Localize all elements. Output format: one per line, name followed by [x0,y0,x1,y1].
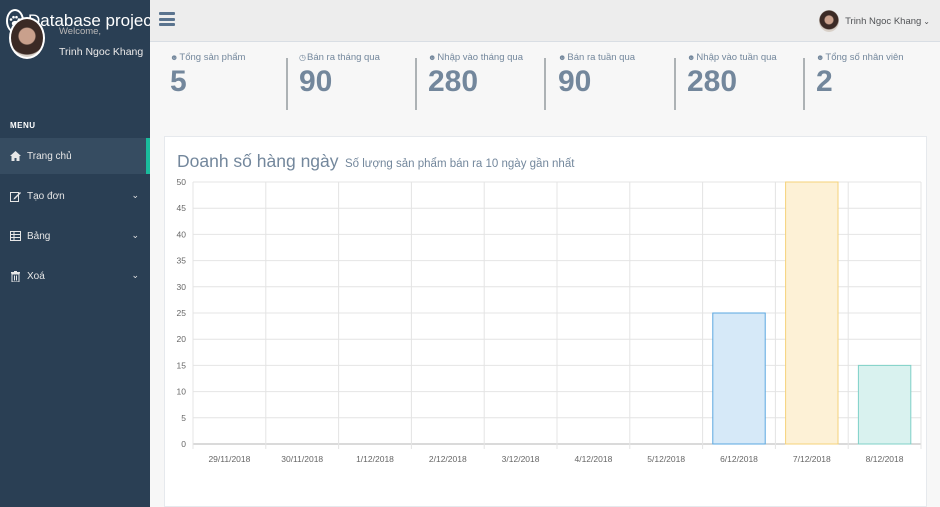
sidebar-item-label: Bảng [27,230,51,242]
x-tick-label: 1/12/2018 [356,454,394,464]
y-tick-label: 35 [177,256,187,266]
sidebar-item-label: Xoá [27,270,45,282]
sidebar-item-delete[interactable]: Xoá ⌄ [0,258,150,294]
stat-total-products: ☻Tổng sản phẩm 5 [170,52,245,110]
user-icon: ☻ [687,53,696,62]
y-tick-label: 20 [177,334,187,344]
stat-value: 280 [428,65,479,98]
hamburger-icon[interactable] [159,12,175,26]
y-tick-label: 40 [177,229,187,239]
x-tick-label: 7/12/2018 [793,454,831,464]
profile-name: Trinh Ngoc Khang [59,46,144,58]
y-tick-label: 10 [177,387,187,397]
x-tick-label: 4/12/2018 [574,454,612,464]
divider [674,58,676,110]
x-tick-label: 5/12/2018 [647,454,685,464]
sidebar-nav: Trang chủ Tạo đơn ⌄ Bảng ⌄ Xoá ⌄ [0,138,150,298]
avatar [9,17,45,59]
y-tick-label: 25 [177,308,187,318]
stat-value: 280 [687,65,738,98]
chevron-down-icon: ⌄ [923,16,930,26]
chevron-down-icon: ⌄ [131,230,139,240]
sidebar: Database project! Welcome, Trinh Ngoc Kh… [0,0,161,507]
divider [286,58,288,110]
y-tick-label: 15 [177,360,187,370]
chart-bar [785,181,839,445]
x-tick-label: 30/11/2018 [281,454,323,464]
sidebar-item-tables[interactable]: Bảng ⌄ [0,218,150,254]
chart-bar [712,312,766,445]
stat-total-employees: ☻Tổng số nhân viên 2 [816,52,904,110]
x-tick-label: 8/12/2018 [866,454,904,464]
stat-sold-last-week: ☻Bán ra tuần qua 90 [558,52,635,110]
chart-bar [857,364,912,445]
clock-icon: ◷ [299,53,306,62]
stat-value: 5 [170,65,187,98]
x-tick-label: 6/12/2018 [720,454,758,464]
sidebar-item-label: Tạo đơn [27,190,65,202]
stat-sold-last-month: ◷Bán ra tháng qua 90 [299,52,380,110]
stat-label: Nhập vào tháng qua [437,52,523,63]
user-icon: ☻ [816,53,825,62]
stat-label: Tổng sản phẩm [179,52,246,63]
y-tick-label: 0 [181,439,186,449]
divider [803,58,805,110]
stat-value: 90 [299,65,333,98]
user-menu[interactable]: Trinh Ngoc Khang ⌄ [819,10,930,32]
chevron-down-icon: ⌄ [131,190,139,200]
chevron-down-icon: ⌄ [131,270,139,280]
user-icon: ☻ [170,53,179,62]
welcome-text: Welcome, [59,26,102,37]
y-tick-label: 50 [177,177,187,187]
stat-imported-last-week: ☻Nhập vào tuần qua 280 [687,52,777,110]
home-icon [9,150,21,162]
user-name: Trinh Ngoc Khang [845,15,922,27]
y-tick-label: 5 [181,413,186,423]
edit-icon [9,190,21,202]
trash-icon [9,270,21,282]
x-tick-label: 29/11/2018 [208,454,250,464]
menu-heading: MENU [10,121,36,130]
stats-row: ☻Tổng sản phẩm 5 ◷Bán ra tháng qua 90 ☻N… [150,42,940,122]
stat-imported-last-month: ☻Nhập vào tháng qua 280 [428,52,523,110]
stat-label: Bán ra tháng qua [306,52,380,63]
stat-value: 2 [816,65,833,98]
x-tick-label: 3/12/2018 [502,454,540,464]
y-tick-label: 30 [177,282,187,292]
stat-label: Nhập vào tuần qua [696,52,777,63]
sidebar-item-home[interactable]: Trang chủ [0,138,150,174]
y-tick-label: 45 [177,203,187,213]
sidebar-item-label: Trang chủ [27,150,72,162]
stat-value: 90 [558,65,592,98]
divider [544,58,546,110]
stat-label: Bán ra tuần qua [567,52,636,63]
sidebar-item-create-order[interactable]: Tạo đơn ⌄ [0,178,150,214]
stat-label: Tổng số nhân viên [825,52,904,63]
top-nav: Trinh Ngoc Khang ⌄ [150,0,940,42]
avatar [819,10,840,32]
bar-chart: 0 5 10 15 20 25 30 35 40 45 50 29/11/2018 30/11/2018… [177,177,922,464]
divider [415,58,417,110]
chart-panel: Doanh số hàng ngày Số lượng sản phẩm bán… [164,136,927,507]
user-icon: ☻ [428,53,437,62]
table-icon [9,230,21,242]
user-icon: ☻ [558,53,567,62]
x-tick-label: 2/12/2018 [429,454,467,464]
